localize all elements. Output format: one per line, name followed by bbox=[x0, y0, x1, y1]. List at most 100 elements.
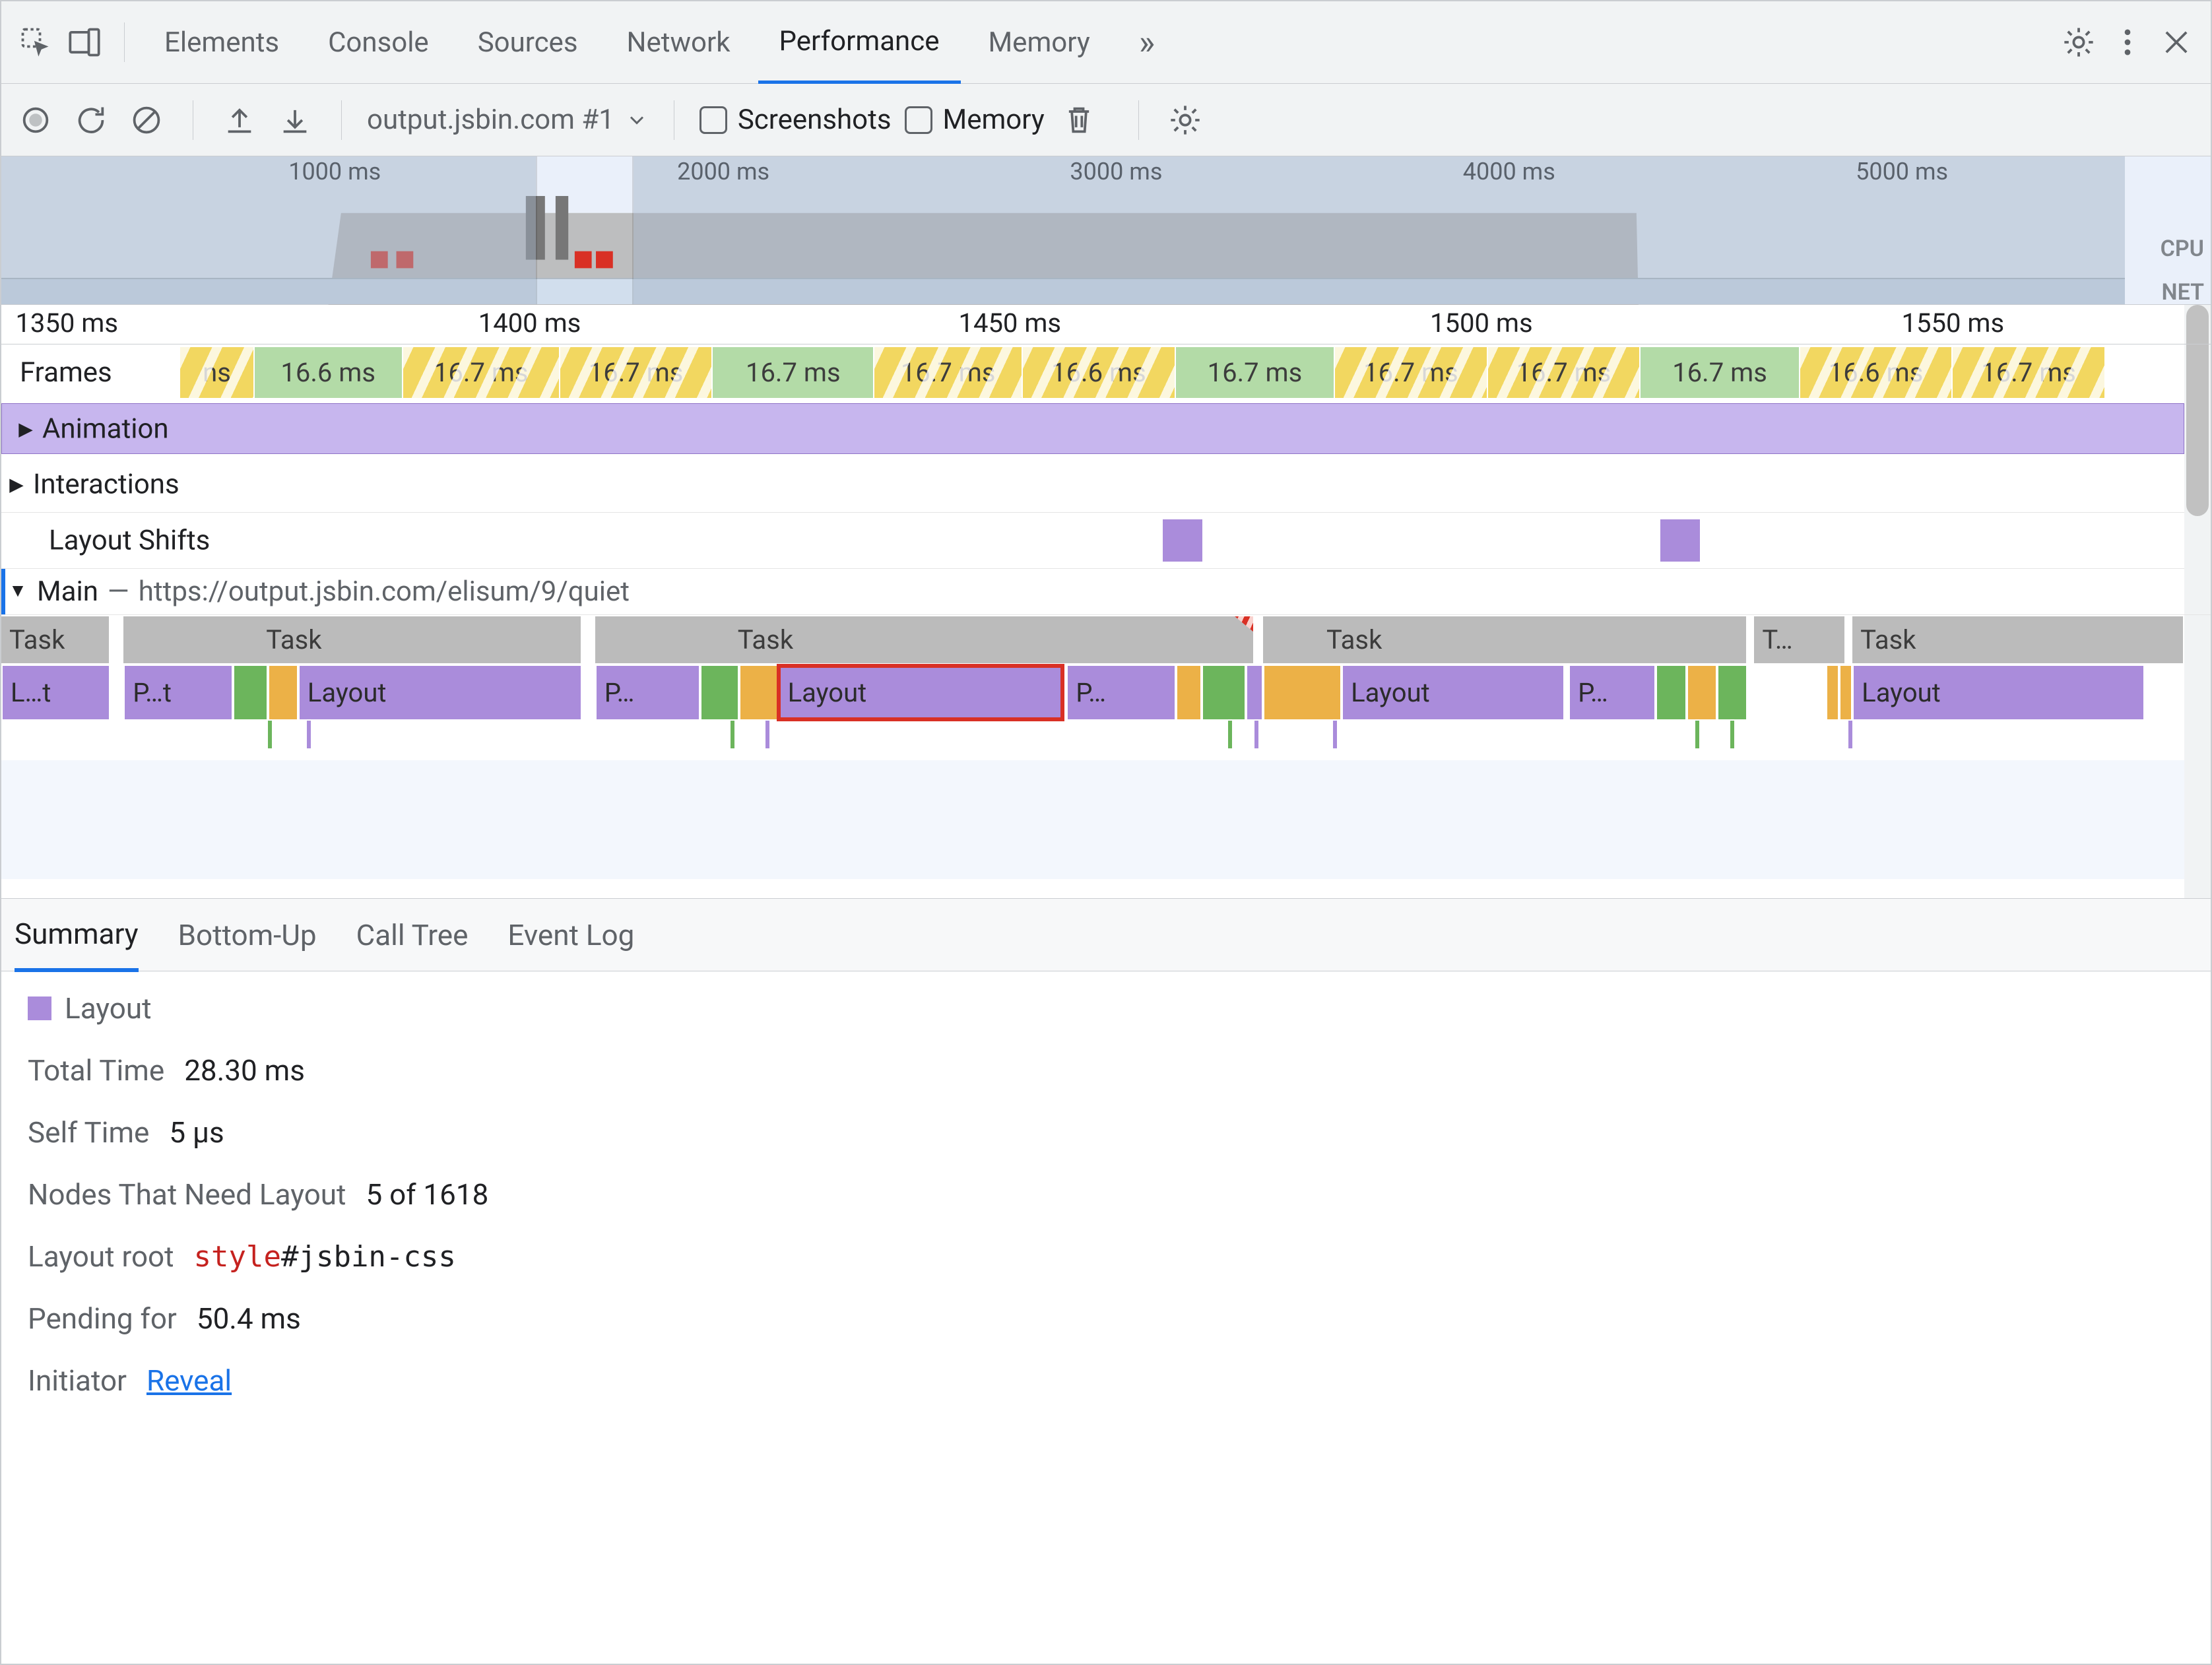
tab-memory[interactable]: Memory bbox=[967, 1, 1111, 83]
summary-value: 5 of 1618 bbox=[366, 1177, 488, 1212]
record-icon[interactable] bbox=[15, 99, 57, 141]
flame-event[interactable] bbox=[1263, 666, 1342, 719]
summary-label: Self Time bbox=[28, 1115, 149, 1150]
trash-icon[interactable] bbox=[1058, 99, 1100, 141]
main-track-header[interactable]: ▼ Main — https://output.jsbin.com/elisum… bbox=[1, 569, 2211, 615]
separator bbox=[341, 100, 342, 140]
details-tab-event-log[interactable]: Event Log bbox=[507, 899, 634, 971]
details-tab-bar: Summary Bottom-Up Call Tree Event Log bbox=[1, 899, 2211, 971]
flame-event[interactable] bbox=[1176, 666, 1202, 719]
flame-event[interactable] bbox=[1202, 666, 1245, 719]
frame-cell[interactable]: 16.7 ms bbox=[1176, 347, 1335, 398]
settings-icon[interactable] bbox=[2058, 21, 2100, 63]
tab-performance[interactable]: Performance bbox=[758, 3, 961, 84]
task-event[interactable]: Task bbox=[1852, 616, 2184, 663]
reload-icon[interactable] bbox=[70, 99, 112, 141]
clear-icon[interactable] bbox=[125, 99, 168, 141]
recording-selector[interactable]: output.jsbin.com #1 bbox=[367, 104, 649, 136]
tab-console[interactable]: Console bbox=[307, 1, 450, 83]
flame-event[interactable]: Layout bbox=[1342, 666, 1564, 719]
long-task-indicator bbox=[1233, 616, 1254, 635]
layout-shifts-track-header: Layout Shifts bbox=[49, 525, 210, 557]
flame-row: L…tP…tLayoutP…LayoutP…LayoutP…Layout bbox=[1, 665, 2184, 721]
details-tab-bottom-up[interactable]: Bottom-Up bbox=[178, 899, 317, 971]
animation-bar bbox=[1, 403, 2184, 454]
interactions-track-header[interactable]: ▶ Interactions bbox=[7, 469, 179, 501]
layout-shifts-track[interactable]: Layout Shifts bbox=[1, 513, 2184, 569]
tab-network[interactable]: Network bbox=[606, 1, 752, 83]
reveal-link[interactable]: Reveal bbox=[146, 1363, 232, 1398]
summary-pending: Pending for 50.4 ms bbox=[28, 1301, 2184, 1336]
frame-cell[interactable]: 16.6 ms bbox=[1800, 347, 1953, 398]
task-event[interactable]: Task bbox=[1263, 616, 1747, 663]
flame-event[interactable]: P…t bbox=[123, 666, 232, 719]
flame-event[interactable] bbox=[1687, 666, 1717, 719]
frame-cell[interactable]: 16.7 ms bbox=[1488, 347, 1641, 398]
layout-shifts-label: Layout Shifts bbox=[49, 525, 210, 557]
flame-chart[interactable]: 1350 ms 1400 ms 1450 ms 1500 ms 1550 ms … bbox=[1, 305, 2211, 899]
tab-sources[interactable]: Sources bbox=[457, 1, 599, 83]
flame-event[interactable] bbox=[739, 666, 779, 719]
flame-subtick bbox=[1695, 721, 1699, 748]
upload-icon[interactable] bbox=[218, 99, 261, 141]
flame-event[interactable] bbox=[1717, 666, 1747, 719]
task-event[interactable]: Task bbox=[595, 616, 1254, 663]
flame-event[interactable]: Layout bbox=[298, 666, 582, 719]
summary-value: 50.4 ms bbox=[197, 1301, 301, 1336]
frame-cell[interactable]: 16.6 ms bbox=[255, 347, 403, 398]
animation-track-header[interactable]: ▶ Animation bbox=[7, 411, 178, 446]
tab-elements[interactable]: Elements bbox=[143, 1, 300, 83]
tab-more[interactable]: » bbox=[1118, 1, 1176, 83]
overview-selection-window[interactable] bbox=[536, 156, 633, 304]
task-event[interactable]: Task bbox=[1, 616, 110, 663]
flame-event[interactable] bbox=[233, 666, 268, 719]
device-toolbar-icon[interactable] bbox=[63, 21, 106, 63]
memory-checkbox[interactable]: Memory bbox=[905, 104, 1045, 136]
flame-event[interactable] bbox=[700, 666, 740, 719]
summary-total-time: Total Time 28.30 ms bbox=[28, 1053, 2184, 1088]
timeline-ruler: 1350 ms 1400 ms 1450 ms 1500 ms 1550 ms bbox=[1, 305, 2211, 344]
flame-event[interactable] bbox=[1246, 666, 1263, 719]
details-tab-summary[interactable]: Summary bbox=[15, 900, 139, 972]
summary-value: 5 μs bbox=[169, 1115, 224, 1150]
main-track-url: https://output.jsbin.com/elisum/9/quiet bbox=[139, 575, 630, 608]
flame-event[interactable]: Layout bbox=[1852, 666, 2145, 719]
flame-event[interactable]: P… bbox=[595, 666, 700, 719]
inspect-icon[interactable] bbox=[15, 21, 57, 63]
summary-nodes: Nodes That Need Layout 5 of 1618 bbox=[28, 1177, 2184, 1212]
frame-cell[interactable]: 16.7 ms bbox=[713, 347, 874, 398]
flame-event[interactable]: P… bbox=[1569, 666, 1656, 719]
frame-cell[interactable]: 16.7 ms bbox=[1953, 347, 2106, 398]
frame-cell[interactable]: ns bbox=[180, 347, 254, 398]
capture-settings-icon[interactable] bbox=[1164, 99, 1206, 141]
flame-event[interactable]: P… bbox=[1066, 666, 1175, 719]
flame-event[interactable] bbox=[268, 666, 298, 719]
frame-cell[interactable]: 16.7 ms bbox=[874, 347, 1023, 398]
frame-cell[interactable]: 16.7 ms bbox=[1335, 347, 1488, 398]
overview-net-label: NET bbox=[2162, 279, 2204, 306]
layout-shift-event[interactable] bbox=[1660, 519, 1700, 562]
task-event[interactable]: Task bbox=[123, 616, 582, 663]
screenshots-checkbox[interactable]: Screenshots bbox=[699, 104, 892, 136]
layout-shift-event[interactable] bbox=[1163, 519, 1202, 562]
details-tab-call-tree[interactable]: Call Tree bbox=[356, 899, 469, 971]
animation-track[interactable]: ▶ Animation bbox=[1, 401, 2184, 457]
flame-event[interactable] bbox=[1826, 666, 1839, 719]
summary-label: Total Time bbox=[28, 1053, 164, 1088]
interactions-track[interactable]: ▶ Interactions bbox=[1, 457, 2184, 513]
flame-event[interactable]: Layout bbox=[779, 666, 1062, 719]
flame-event[interactable]: L…t bbox=[1, 666, 110, 719]
download-icon[interactable] bbox=[274, 99, 316, 141]
overview-strip[interactable]: 1000 ms 2000 ms 3000 ms 4000 ms 5000 ms … bbox=[1, 156, 2211, 305]
frame-cell[interactable]: 16.6 ms bbox=[1023, 347, 1176, 398]
kebab-icon[interactable] bbox=[2106, 21, 2149, 63]
flame-event[interactable] bbox=[1839, 666, 1852, 719]
summary-event-name: Layout bbox=[65, 991, 152, 1026]
flame-event[interactable] bbox=[1656, 666, 1686, 719]
frame-cell[interactable]: 16.7 ms bbox=[560, 347, 713, 398]
frame-cell[interactable]: 16.7 ms bbox=[1641, 347, 1800, 398]
task-event[interactable]: T… bbox=[1754, 616, 1846, 663]
flame-empty-area bbox=[1, 760, 2184, 879]
close-icon[interactable] bbox=[2155, 21, 2197, 63]
frame-cell[interactable]: 16.7 ms bbox=[403, 347, 560, 398]
